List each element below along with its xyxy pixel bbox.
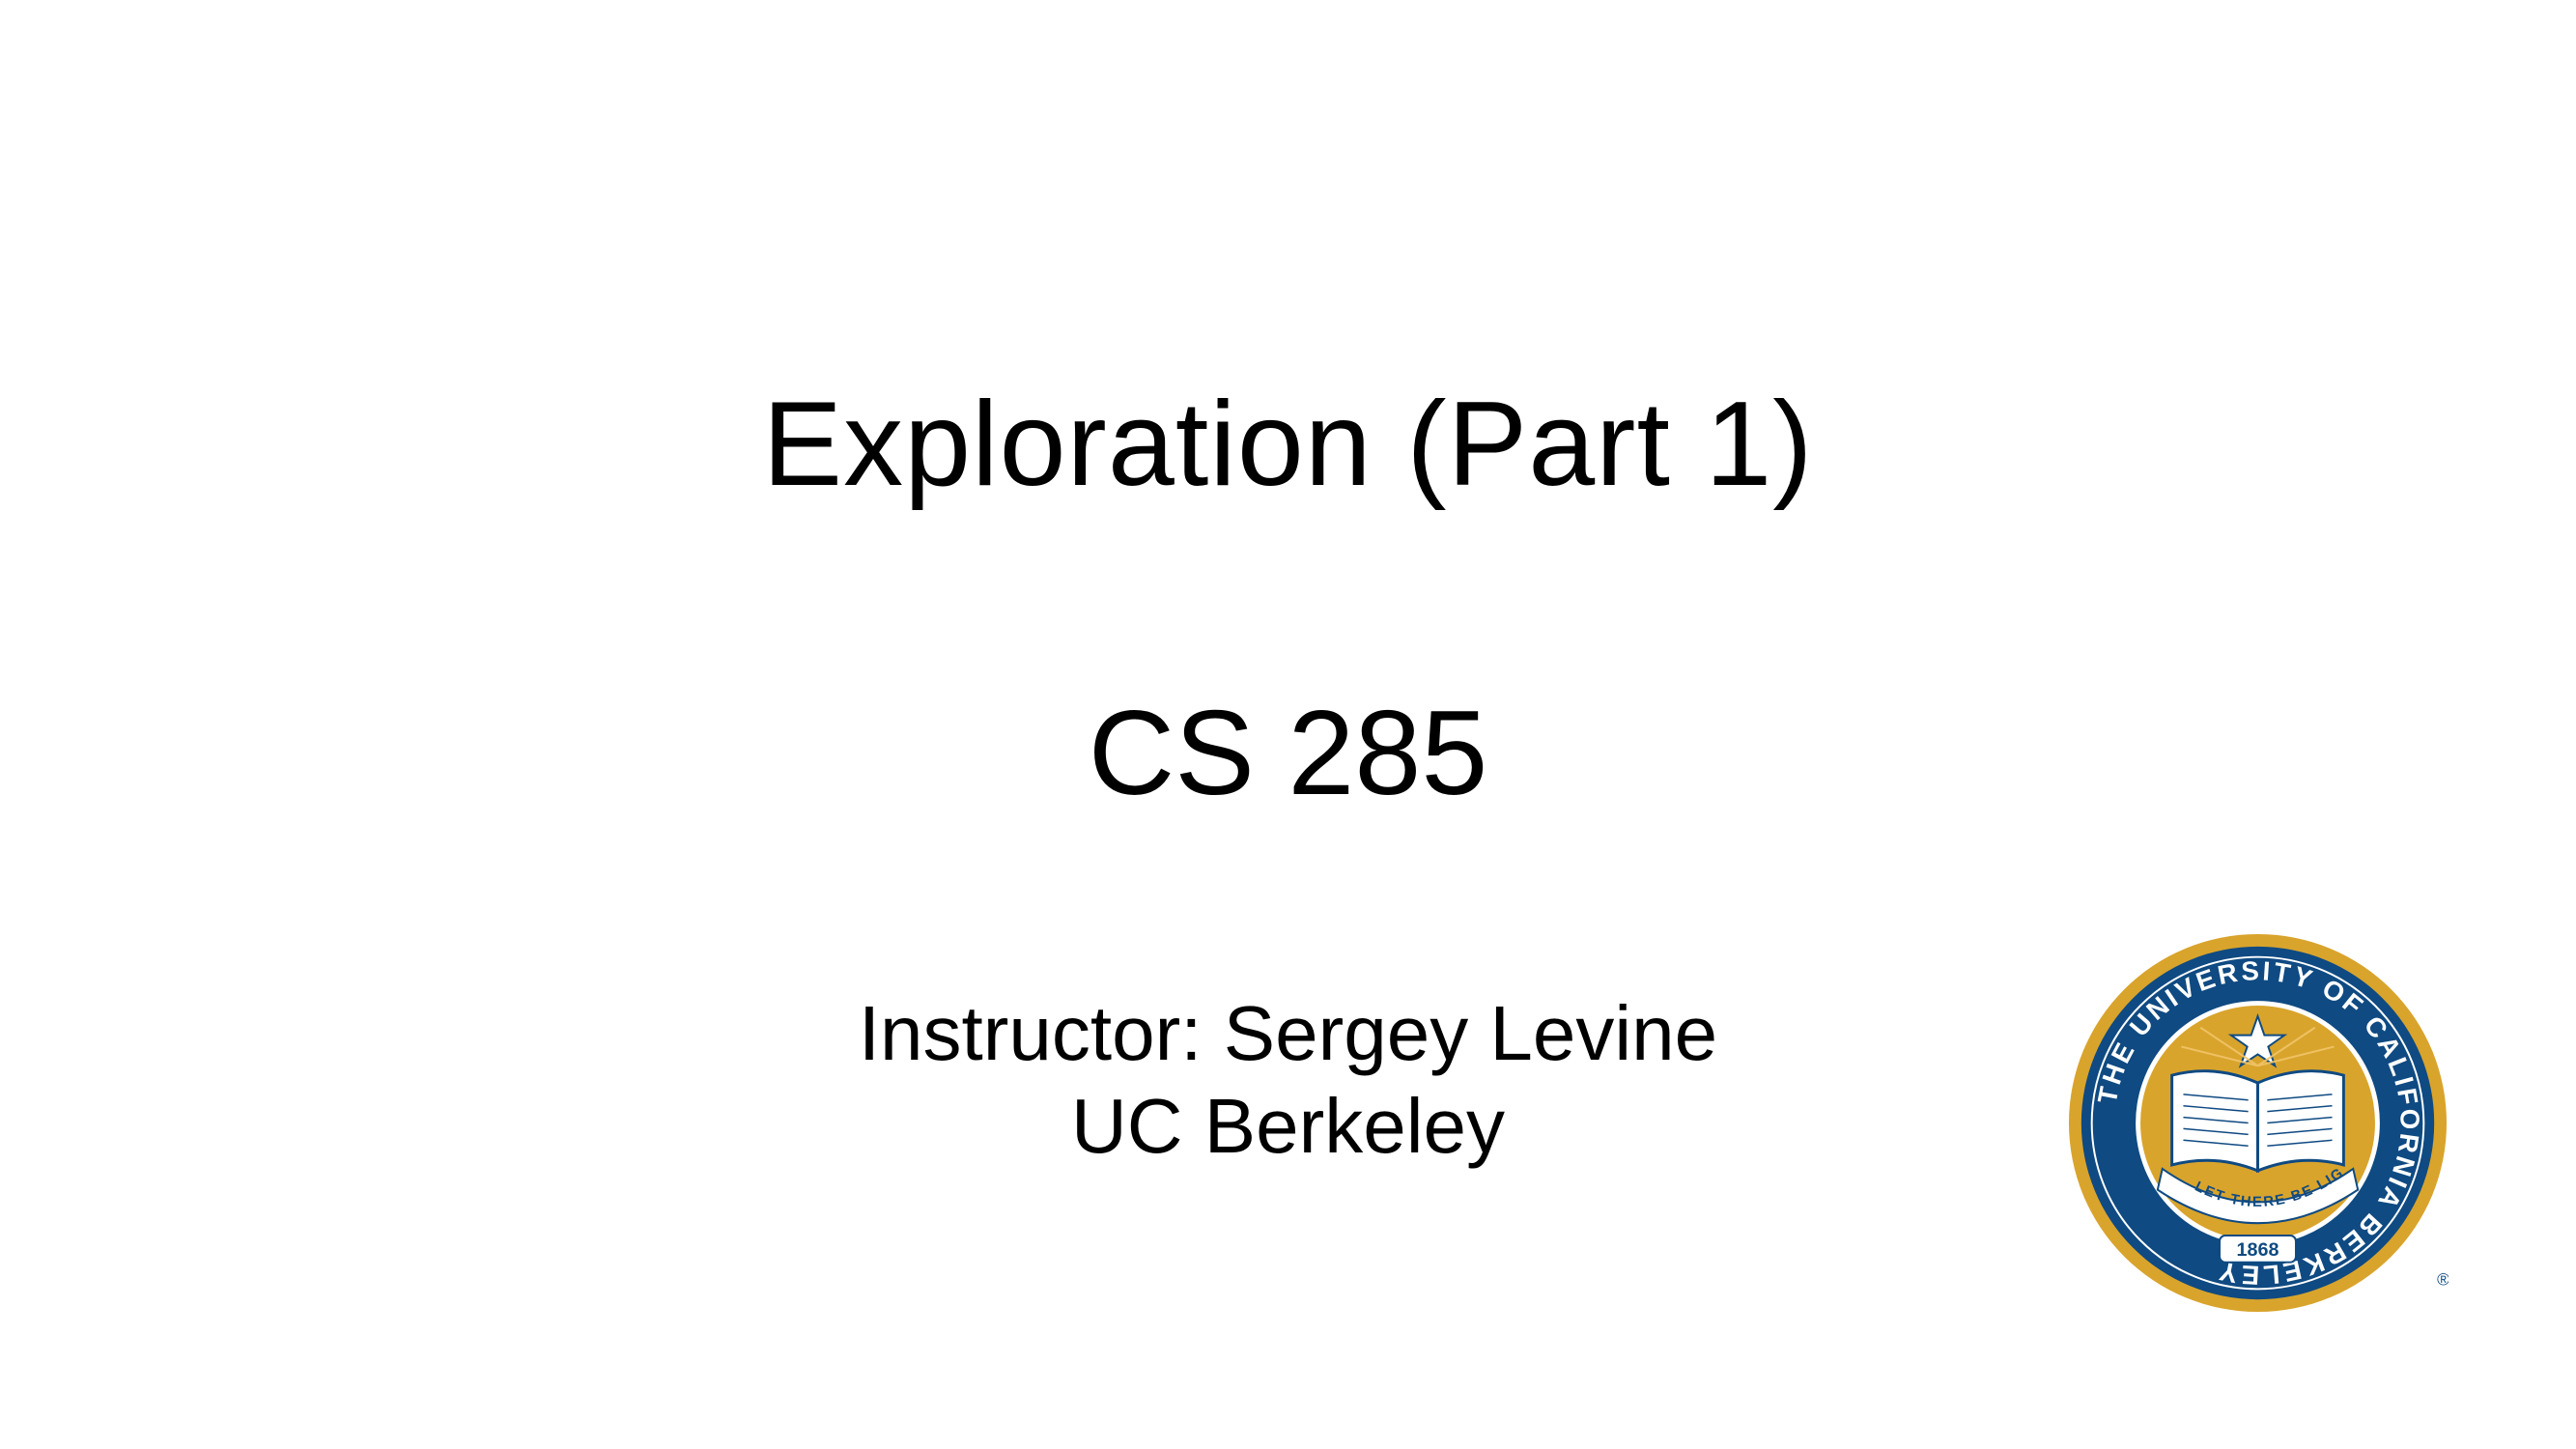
uc-berkeley-seal-logo: THE UNIVERSITY OF CALIFORNIA BERKELEY LE… bbox=[2067, 932, 2449, 1314]
registered-mark: ® bbox=[2437, 1269, 2449, 1289]
open-book-icon bbox=[2170, 1069, 2345, 1174]
course-code: CS 285 bbox=[1088, 687, 1488, 820]
slide: Exploration (Part 1) CS 285 Instructor: … bbox=[0, 0, 2576, 1449]
seal-year-text: 1868 bbox=[2237, 1239, 2279, 1261]
slide-title: Exploration (Part 1) bbox=[762, 378, 1814, 511]
